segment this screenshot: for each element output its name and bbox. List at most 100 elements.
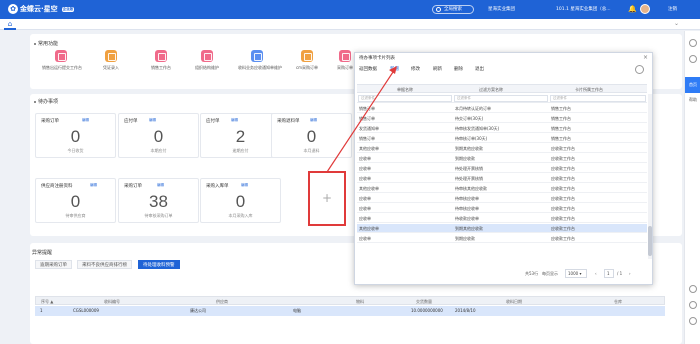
settings-icon[interactable] (635, 65, 644, 74)
prev-page-icon[interactable]: ‹ (595, 271, 597, 276)
per-page-select[interactable]: 1000 ▾ (565, 269, 587, 278)
col-date[interactable]: 收料日期 (506, 299, 522, 305)
col-material[interactable]: 物料 (356, 299, 364, 305)
rail-help-link[interactable]: 帮助 (685, 97, 700, 103)
user-icon[interactable] (689, 39, 697, 47)
common-functions-title: 常用功能 (34, 40, 58, 47)
list-item[interactable]: 应收单 待收款应收单 应收款工作台 (357, 214, 647, 223)
list-item[interactable]: 应收单 到期应收款 应收款工作台 (357, 234, 647, 243)
list-item[interactable]: 应收单 待处理开票核销 应收款工作台 (357, 174, 647, 183)
todo-card-list-dialog: 待办事项卡片列表 × 返回数据 新增 修改 刷新 删除 退出 单据名称 过滤方案… (354, 52, 653, 285)
filter-input[interactable]: 过滤条件 (454, 95, 548, 102)
list-item[interactable]: 应收单 待审核应收单 应收款工作台 (357, 194, 647, 203)
avatar[interactable] (640, 4, 650, 14)
edit-tag[interactable]: 编辑 (82, 118, 89, 123)
document-icon (55, 50, 67, 62)
todo-card-item[interactable]: 采购订单 编辑 38 待审核采购订单 (118, 178, 199, 223)
bell-icon[interactable]: 🔔 (628, 5, 637, 13)
list-item[interactable]: 销售订单 本月待转认证的订单 销售工作台 (357, 104, 647, 113)
edit-button[interactable]: 修改 (411, 66, 420, 72)
col-supplier[interactable]: 供应商 (216, 299, 228, 305)
list-item[interactable]: 发货通知单 待审核发货通知单(30天) 销售工作台 (357, 124, 647, 133)
org-name[interactable]: 星海实业集团 (488, 6, 515, 12)
brand-logo[interactable]: ✿ 金蝶云·星空 企业版 (8, 4, 75, 14)
col-bill-name[interactable]: 单据名称 (397, 87, 413, 93)
dialog-grid-header: 单据名称 过滤方案名称 卡片所属工作台 (357, 84, 647, 93)
list-item[interactable]: 应收单 待审核应收单 应收款工作台 (357, 204, 647, 213)
tab-overdue-purchase[interactable]: 逾期采购订单 (35, 260, 72, 269)
right-rail: 首页 帮助 (684, 31, 700, 344)
global-search-input[interactable]: 全局搜索 (432, 5, 474, 14)
list-item[interactable]: 销售订单 待交订单(30天) 销售工作台 (357, 114, 647, 123)
todo-card-item[interactable]: 应付单 编辑 0 本期应付 (118, 113, 199, 158)
page-number-input[interactable]: 1 (604, 269, 614, 278)
tab-more-icon[interactable]: ⌄ (674, 20, 679, 27)
document-icon (105, 50, 117, 62)
home-tab[interactable]: ⌂ (4, 19, 16, 30)
dialog-scrollbar[interactable] (648, 94, 652, 259)
list-item[interactable]: 其他应收单 待审核其他应收款 应收款工作台 (357, 184, 647, 193)
edit-tag[interactable]: 编辑 (149, 118, 156, 123)
clock-icon[interactable] (689, 55, 697, 63)
function-shortcut[interactable]: cm采购订单 (288, 50, 326, 71)
table-row[interactable]: 1 CGSL000009 康达公司 电脑 10.0000000000 2014/… (35, 306, 665, 316)
edit-tag[interactable]: 编辑 (157, 183, 164, 188)
headset-icon[interactable] (689, 285, 697, 293)
todo-card-item[interactable]: 采购订单 编辑 0 今日收货 (35, 113, 116, 158)
filter-input[interactable]: 过滤条件 (550, 95, 646, 102)
add-todo-card-button[interactable]: + (308, 171, 346, 226)
todo-count: 0 (235, 192, 246, 211)
col-qty[interactable]: 交货数量 (416, 299, 432, 305)
edit-tag[interactable]: 编辑 (241, 183, 248, 188)
tab-pending-receipt-warning[interactable]: 待处理收料预警 (138, 260, 180, 269)
col-warehouse[interactable]: 仓库 (614, 299, 622, 305)
brand-badge: 企业版 (61, 6, 75, 12)
edit-tag[interactable]: 编辑 (310, 118, 317, 123)
list-item[interactable]: 销售订单 待审核订单(30天) 销售工作台 (357, 134, 647, 143)
exceptions-grid-header: 序号 ▲ 收料编号 供应商 物料 交货数量 收料日期 仓库 (35, 296, 665, 305)
function-shortcut[interactable]: 组织结构维护 (188, 50, 226, 71)
filter-input[interactable]: 过滤条件 (358, 95, 452, 102)
list-item[interactable]: 其他应收单 到期其他应收款 应收款工作台 (357, 144, 647, 153)
list-item[interactable]: 应收单 待处理开票核销 应收款工作台 (357, 164, 647, 173)
delete-button[interactable]: 删除 (454, 66, 463, 72)
org-select[interactable]: 101.1 星海实业集团（总... (556, 6, 611, 12)
document-icon (155, 50, 167, 62)
kingdee-logo-icon: ✿ (8, 4, 18, 14)
col-seq[interactable]: 序号 ▲ (41, 299, 53, 305)
todo-count: 0 (70, 127, 81, 146)
list-item-selected[interactable]: 其他应收单 到期其他应收款 应收款工作台 (357, 224, 647, 233)
col-workbench[interactable]: 卡片所属工作台 (575, 87, 603, 93)
function-shortcut[interactable]: 销售出运行提交工作台 (42, 50, 82, 71)
col-filter-scheme[interactable]: 过滤方案名称 (479, 87, 503, 93)
close-icon[interactable]: × (643, 54, 648, 61)
function-shortcut[interactable]: 销售工作台 (142, 50, 180, 71)
page-total: / 1 (617, 271, 623, 276)
todo-card-item[interactable]: 供应商注册资料 编辑 0 待审供应商 (35, 178, 116, 223)
edit-tag[interactable]: 编辑 (231, 118, 238, 123)
col-receipt-no[interactable]: 收料编号 (104, 299, 120, 305)
list-item[interactable]: 应收单 到期应收款 应收款工作台 (357, 154, 647, 163)
document-icon (301, 50, 313, 62)
function-shortcut[interactable]: 收料业务应收通知单维护 (238, 50, 282, 71)
brand-name: 金蝶云·星空 (20, 5, 58, 13)
todo-card-item[interactable]: 采购入库单 编辑 0 本月采购入库 (200, 178, 281, 223)
search-placeholder: 全局搜索 (444, 7, 462, 12)
rail-home-button[interactable]: 首页 (685, 77, 700, 93)
function-shortcut[interactable]: 凭证录入 (92, 50, 130, 71)
exit-button[interactable]: 退出 (475, 66, 484, 72)
return-data-button[interactable]: 返回数据 (359, 66, 377, 72)
smile-icon[interactable] (689, 317, 697, 325)
logout-link[interactable]: 注销 (668, 6, 677, 12)
edit-tag[interactable]: 编辑 (90, 183, 97, 188)
todo-title: 待办事项 (34, 98, 58, 105)
scrollbar-thumb[interactable] (648, 226, 652, 256)
cloud-icon[interactable] (689, 301, 697, 309)
tab-supplier-defect-ranking[interactable]: 来料不良供应商排行榜 (77, 260, 132, 269)
todo-count: 0 (153, 127, 164, 146)
todo-card-item[interactable]: 采购退料单 编辑 0 本月退料 (271, 113, 352, 158)
next-page-icon[interactable]: › (629, 271, 631, 276)
todo-card-item[interactable]: 应付单 编辑 2 逾期应付 (200, 113, 281, 158)
refresh-button[interactable]: 刷新 (433, 66, 442, 72)
new-button[interactable]: 新增 (390, 66, 399, 72)
